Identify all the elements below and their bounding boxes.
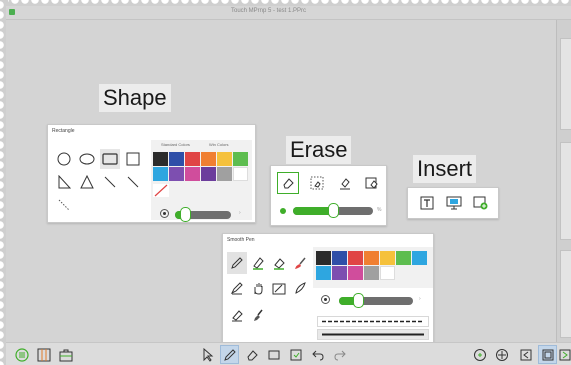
redo-icon[interactable] — [330, 345, 349, 364]
dotted-line-icon[interactable] — [54, 195, 74, 215]
color-picker: Standard Colors Win Colors — [151, 140, 252, 220]
line-icon[interactable] — [100, 172, 120, 192]
color-swatch[interactable] — [233, 152, 248, 166]
color-swatch[interactable] — [201, 152, 216, 166]
erase-size-dot-icon — [280, 208, 286, 214]
pen-tool-icon[interactable] — [220, 345, 239, 364]
color-swatch[interactable] — [348, 266, 363, 280]
stamp-brush-icon[interactable] — [248, 304, 268, 326]
color-swatch[interactable] — [316, 266, 331, 280]
insert-label: Insert — [413, 155, 477, 183]
hand-icon[interactable] — [248, 277, 268, 299]
side-panel-section[interactable] — [560, 142, 571, 240]
chevron-right-icon[interactable]: › — [239, 210, 241, 216]
color-swatch[interactable] — [233, 167, 248, 181]
erase-size-unit: % — [377, 207, 382, 213]
zoom-icon[interactable] — [470, 345, 489, 364]
menu-icon[interactable] — [12, 345, 31, 364]
calligraphy-icon[interactable] — [269, 277, 289, 299]
color-swatch[interactable] — [348, 251, 363, 265]
dashed-line-style[interactable] — [317, 316, 429, 327]
pen-icon[interactable] — [227, 252, 247, 274]
erase-strokes-icon[interactable] — [334, 172, 356, 194]
color-swatch[interactable] — [153, 167, 168, 181]
page-sorter-icon[interactable] — [34, 345, 53, 364]
triangle-icon[interactable] — [77, 172, 97, 192]
pan-icon[interactable] — [492, 345, 511, 364]
shape-size-knob[interactable] — [180, 207, 191, 222]
right-triangle-icon[interactable] — [54, 172, 74, 192]
circle-icon[interactable] — [54, 149, 74, 169]
ellipse-icon[interactable] — [77, 149, 97, 169]
eraser-icon[interactable] — [277, 172, 299, 194]
select-arrow-icon[interactable] — [198, 345, 217, 364]
area-erase-icon[interactable] — [306, 172, 328, 194]
pen-panel-title: Smooth Pen — [227, 237, 255, 243]
insert-panel — [407, 187, 499, 219]
solid-line-style[interactable] — [317, 329, 429, 340]
insert-tool-icon[interactable] — [286, 345, 305, 364]
window-title: Touch MPrnp 5 - test 1.PPrc — [230, 8, 307, 14]
line-icon[interactable] — [123, 172, 143, 192]
color-swatch[interactable] — [380, 251, 395, 265]
erase-all-icon[interactable] — [361, 172, 383, 194]
side-panel-section[interactable] — [560, 250, 571, 338]
shape-panel-title: Rectangle — [52, 128, 75, 134]
shape-panel: Rectangle Standard Colors Win Colors › — [47, 124, 256, 223]
color-swatch[interactable] — [201, 167, 216, 181]
color-swatch[interactable] — [217, 152, 232, 166]
color-swatch[interactable] — [153, 152, 168, 166]
erase-label: Erase — [286, 136, 352, 164]
color-swatch[interactable] — [169, 167, 184, 181]
pen-mode-radio[interactable] — [321, 295, 330, 304]
chevron-right-icon[interactable]: › — [419, 296, 421, 302]
color-swatch[interactable] — [217, 167, 232, 181]
color-swatch[interactable] — [169, 152, 184, 166]
undo-icon[interactable] — [308, 345, 327, 364]
toolbox-icon[interactable] — [56, 345, 75, 364]
erase-panel: % — [270, 165, 387, 226]
standard-colors-tab[interactable]: Standard Colors — [161, 142, 190, 148]
feather-pen-icon[interactable] — [290, 277, 310, 299]
color-swatch[interactable] — [380, 266, 395, 280]
color-swatch[interactable] — [396, 251, 411, 265]
color-swatch[interactable] — [332, 251, 347, 265]
pencil-icon[interactable] — [227, 277, 247, 299]
no-color-icon[interactable] — [153, 184, 169, 197]
side-panel-section[interactable] — [560, 38, 571, 130]
shape-label: Shape — [99, 84, 171, 112]
title-bar: Touch MPrnp 5 - test 1.PPrc — [6, 6, 571, 20]
text-box-icon[interactable] — [417, 193, 437, 213]
square-icon[interactable] — [123, 149, 143, 169]
app-window: Touch MPrnp 5 - test 1.PPrc Shape Rectan… — [6, 6, 571, 365]
insert-image-icon[interactable] — [471, 193, 491, 213]
win-colors-tab[interactable]: Win Colors — [209, 142, 229, 148]
right-side-panel — [556, 20, 571, 342]
chalk-icon[interactable] — [227, 304, 247, 326]
previous-page-icon[interactable] — [516, 345, 535, 364]
highlighter-icon[interactable] — [248, 252, 268, 274]
color-swatch[interactable] — [364, 266, 379, 280]
pen-size-knob[interactable] — [353, 293, 364, 308]
shape-tool-icon[interactable] — [264, 345, 283, 364]
page-view-icon[interactable] — [538, 345, 557, 364]
pen-panel: Smooth Pen › — [222, 233, 434, 343]
color-swatch[interactable] — [332, 266, 347, 280]
eraser-tool-icon[interactable] — [242, 345, 261, 364]
color-swatch[interactable] — [412, 251, 427, 265]
pen-color-picker — [313, 247, 433, 288]
erase-size-knob[interactable] — [328, 203, 339, 218]
rounded-rectangle-icon[interactable] — [100, 149, 120, 169]
erase-size-fill — [293, 207, 333, 215]
color-swatch[interactable] — [185, 167, 200, 181]
bottom-toolbar — [6, 342, 571, 365]
marker-icon[interactable] — [269, 252, 289, 274]
brush-icon[interactable] — [290, 252, 310, 274]
color-swatch[interactable] — [185, 152, 200, 166]
color-swatch[interactable] — [364, 251, 379, 265]
screen-capture-icon[interactable] — [444, 193, 464, 213]
next-page-icon[interactable] — [559, 345, 571, 364]
color-swatch[interactable] — [316, 251, 331, 265]
fill-mode-radio[interactable] — [160, 209, 169, 218]
